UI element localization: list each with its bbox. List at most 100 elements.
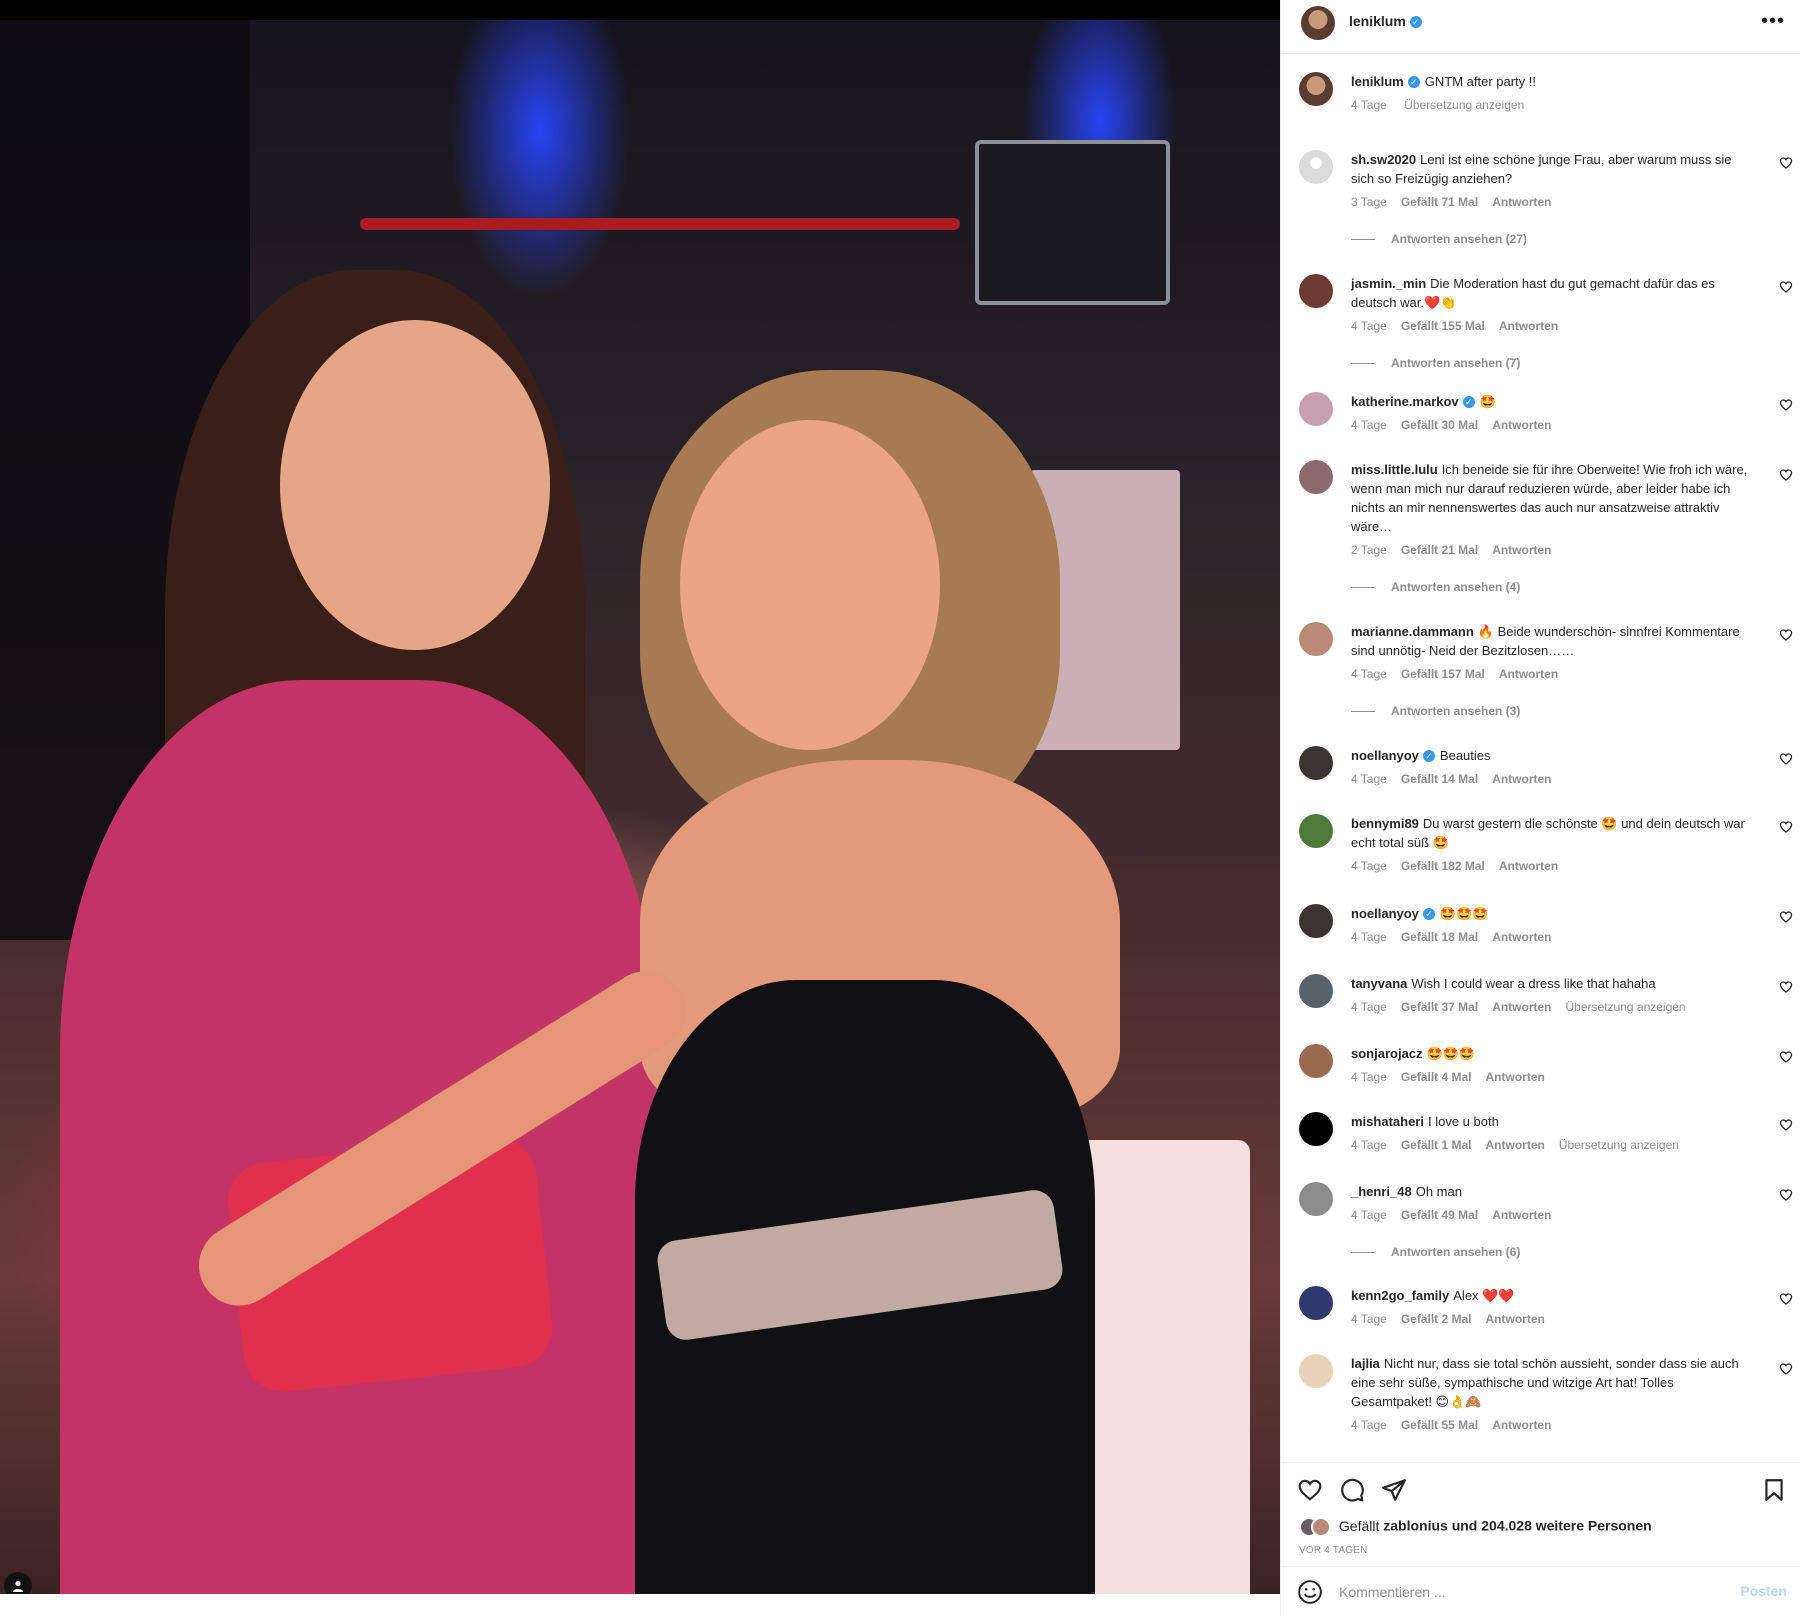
commenter-avatar[interactable] [1299, 460, 1333, 494]
post-comment-button[interactable]: Posten [1740, 1583, 1787, 1599]
view-replies-button[interactable]: Antworten ansehen (6) [1351, 1245, 1520, 1259]
reply-button[interactable]: Antworten [1492, 1000, 1551, 1014]
reply-button[interactable]: Antworten [1492, 1418, 1551, 1432]
commenter-avatar[interactable] [1299, 622, 1333, 656]
tagged-users-button[interactable] [4, 1572, 32, 1594]
comment-likes[interactable]: Gefällt 182 Mal [1401, 859, 1485, 873]
liked-by-user[interactable]: zablonius [1383, 1518, 1448, 1534]
view-replies-button[interactable]: Antworten ansehen (27) [1351, 232, 1527, 246]
commenter-avatar[interactable] [1299, 392, 1333, 426]
commenter-username[interactable]: lajlia [1351, 1356, 1380, 1371]
comment-input[interactable] [1339, 1581, 1719, 1603]
reply-button[interactable]: Antworten [1492, 772, 1551, 786]
commenter-avatar[interactable] [1299, 1112, 1333, 1146]
comment-like-heart-icon[interactable] [1779, 752, 1793, 766]
commenter-username[interactable]: mishataheri [1351, 1114, 1424, 1129]
comment-like-heart-icon[interactable] [1779, 468, 1793, 482]
commenter-username[interactable]: sonjarojacz [1351, 1046, 1423, 1061]
comment-likes[interactable]: Gefällt 37 Mal [1401, 1000, 1478, 1014]
author-avatar[interactable] [1301, 6, 1335, 40]
save-bookmark-icon[interactable] [1761, 1477, 1787, 1503]
comment-likes[interactable]: Gefällt 1 Mal [1401, 1138, 1472, 1152]
post-photo[interactable] [0, 20, 1280, 1594]
comment-likes[interactable]: Gefällt 4 Mal [1401, 1070, 1472, 1084]
commenter-username[interactable]: bennymi89 [1351, 816, 1419, 831]
reply-button[interactable]: Antworten [1492, 543, 1551, 557]
comment-likes[interactable]: Gefällt 71 Mal [1401, 195, 1478, 209]
comment-likes[interactable]: Gefällt 14 Mal [1401, 772, 1478, 786]
comment-composer: Posten [1281, 1566, 1800, 1617]
comment-time: 4 Tage [1351, 772, 1387, 786]
view-replies-button[interactable]: Antworten ansehen (4) [1351, 580, 1520, 594]
comment-bubble-icon[interactable] [1339, 1477, 1365, 1503]
reply-button[interactable]: Antworten [1492, 930, 1551, 944]
comment-like-heart-icon[interactable] [1779, 820, 1793, 834]
translate-button[interactable]: Übersetzung anzeigen [1566, 1000, 1686, 1014]
view-replies-button[interactable]: Antworten ansehen (3) [1351, 704, 1520, 718]
commenter-username[interactable]: sh.sw2020 [1351, 152, 1416, 167]
commenter-avatar[interactable] [1299, 1044, 1333, 1078]
commenter-avatar[interactable] [1299, 1182, 1333, 1216]
comment-like-heart-icon[interactable] [1779, 398, 1793, 412]
comment-text: sonjarojacz 🤩🤩🤩 [1351, 1044, 1749, 1063]
comment-likes[interactable]: Gefällt 2 Mal [1401, 1312, 1472, 1326]
commenter-avatar[interactable] [1299, 274, 1333, 308]
comment-time: 4 Tage [1351, 859, 1387, 873]
reply-button[interactable]: Antworten [1492, 1208, 1551, 1222]
commenter-avatar[interactable] [1299, 1286, 1333, 1320]
comment-likes[interactable]: Gefällt 157 Mal [1401, 667, 1485, 681]
commenter-avatar[interactable] [1299, 1354, 1333, 1388]
comment-likes[interactable]: Gefällt 49 Mal [1401, 1208, 1478, 1222]
translate-button[interactable]: Übersetzung anzeigen [1559, 1138, 1679, 1152]
caption-username[interactable]: leniklum [1351, 74, 1404, 89]
share-paper-plane-icon[interactable] [1381, 1477, 1407, 1503]
liked-by-count[interactable]: und 204.028 weitere Personen [1452, 1518, 1652, 1534]
comment-like-heart-icon[interactable] [1779, 1050, 1793, 1064]
comment-likes[interactable]: Gefällt 55 Mal [1401, 1418, 1478, 1432]
comment-likes[interactable]: Gefällt 21 Mal [1401, 543, 1478, 557]
commenter-username[interactable]: noellanyoy [1351, 906, 1419, 921]
commenter-username[interactable]: kenn2go_family [1351, 1288, 1449, 1303]
commenter-avatar[interactable] [1299, 150, 1333, 184]
commenter-username[interactable]: katherine.markov [1351, 394, 1459, 409]
reply-button[interactable]: Antworten [1499, 319, 1558, 333]
commenter-avatar[interactable] [1299, 746, 1333, 780]
reply-button[interactable]: Antworten [1492, 195, 1551, 209]
reply-button[interactable]: Antworten [1499, 859, 1558, 873]
comment-like-heart-icon[interactable] [1779, 280, 1793, 294]
view-replies-button[interactable]: Antworten ansehen (7) [1351, 356, 1520, 370]
comment-like-heart-icon[interactable] [1779, 980, 1793, 994]
commenter-avatar[interactable] [1299, 974, 1333, 1008]
comment-likes[interactable]: Gefällt 18 Mal [1401, 930, 1478, 944]
comment-like-heart-icon[interactable] [1779, 628, 1793, 642]
reply-button[interactable]: Antworten [1486, 1070, 1545, 1084]
caption-avatar[interactable] [1299, 72, 1333, 106]
emoji-icon[interactable] [1297, 1579, 1323, 1605]
commenter-username[interactable]: tanyvana [1351, 976, 1407, 991]
commenter-username[interactable]: noellanyoy [1351, 748, 1419, 763]
like-heart-icon[interactable] [1297, 1477, 1323, 1503]
comment-like-heart-icon[interactable] [1779, 1118, 1793, 1132]
reply-button[interactable]: Antworten [1499, 667, 1558, 681]
comment-like-heart-icon[interactable] [1779, 156, 1793, 170]
reply-button[interactable]: Antworten [1486, 1312, 1545, 1326]
reply-button[interactable]: Antworten [1492, 418, 1551, 432]
comment-like-heart-icon[interactable] [1779, 1188, 1793, 1202]
commenter-avatar[interactable] [1299, 814, 1333, 848]
comment-likes[interactable]: Gefällt 155 Mal [1401, 319, 1485, 333]
translate-button[interactable]: Übersetzung anzeigen [1404, 98, 1524, 112]
commenter-username[interactable]: marianne.dammann [1351, 624, 1474, 639]
comment-like-heart-icon[interactable] [1779, 910, 1793, 924]
author-username[interactable]: leniklum ✓ [1349, 13, 1422, 29]
comment-likes[interactable]: Gefällt 30 Mal [1401, 418, 1478, 432]
commenter-avatar[interactable] [1299, 904, 1333, 938]
comment-like-heart-icon[interactable] [1779, 1362, 1793, 1376]
liked-by[interactable]: Gefällt zablonius und 204.028 weitere Pe… [1299, 1517, 1652, 1537]
commenter-username[interactable]: miss.little.lulu [1351, 462, 1438, 477]
commenter-username[interactable]: _henri_48 [1351, 1184, 1412, 1199]
more-options-icon[interactable]: ••• [1761, 10, 1785, 33]
reply-button[interactable]: Antworten [1486, 1138, 1545, 1152]
commenter-username[interactable]: jasmin._min [1351, 276, 1426, 291]
comment-meta: 2 Tage Gefällt 21 Mal Antworten [1351, 543, 1566, 557]
comment-like-heart-icon[interactable] [1779, 1292, 1793, 1306]
